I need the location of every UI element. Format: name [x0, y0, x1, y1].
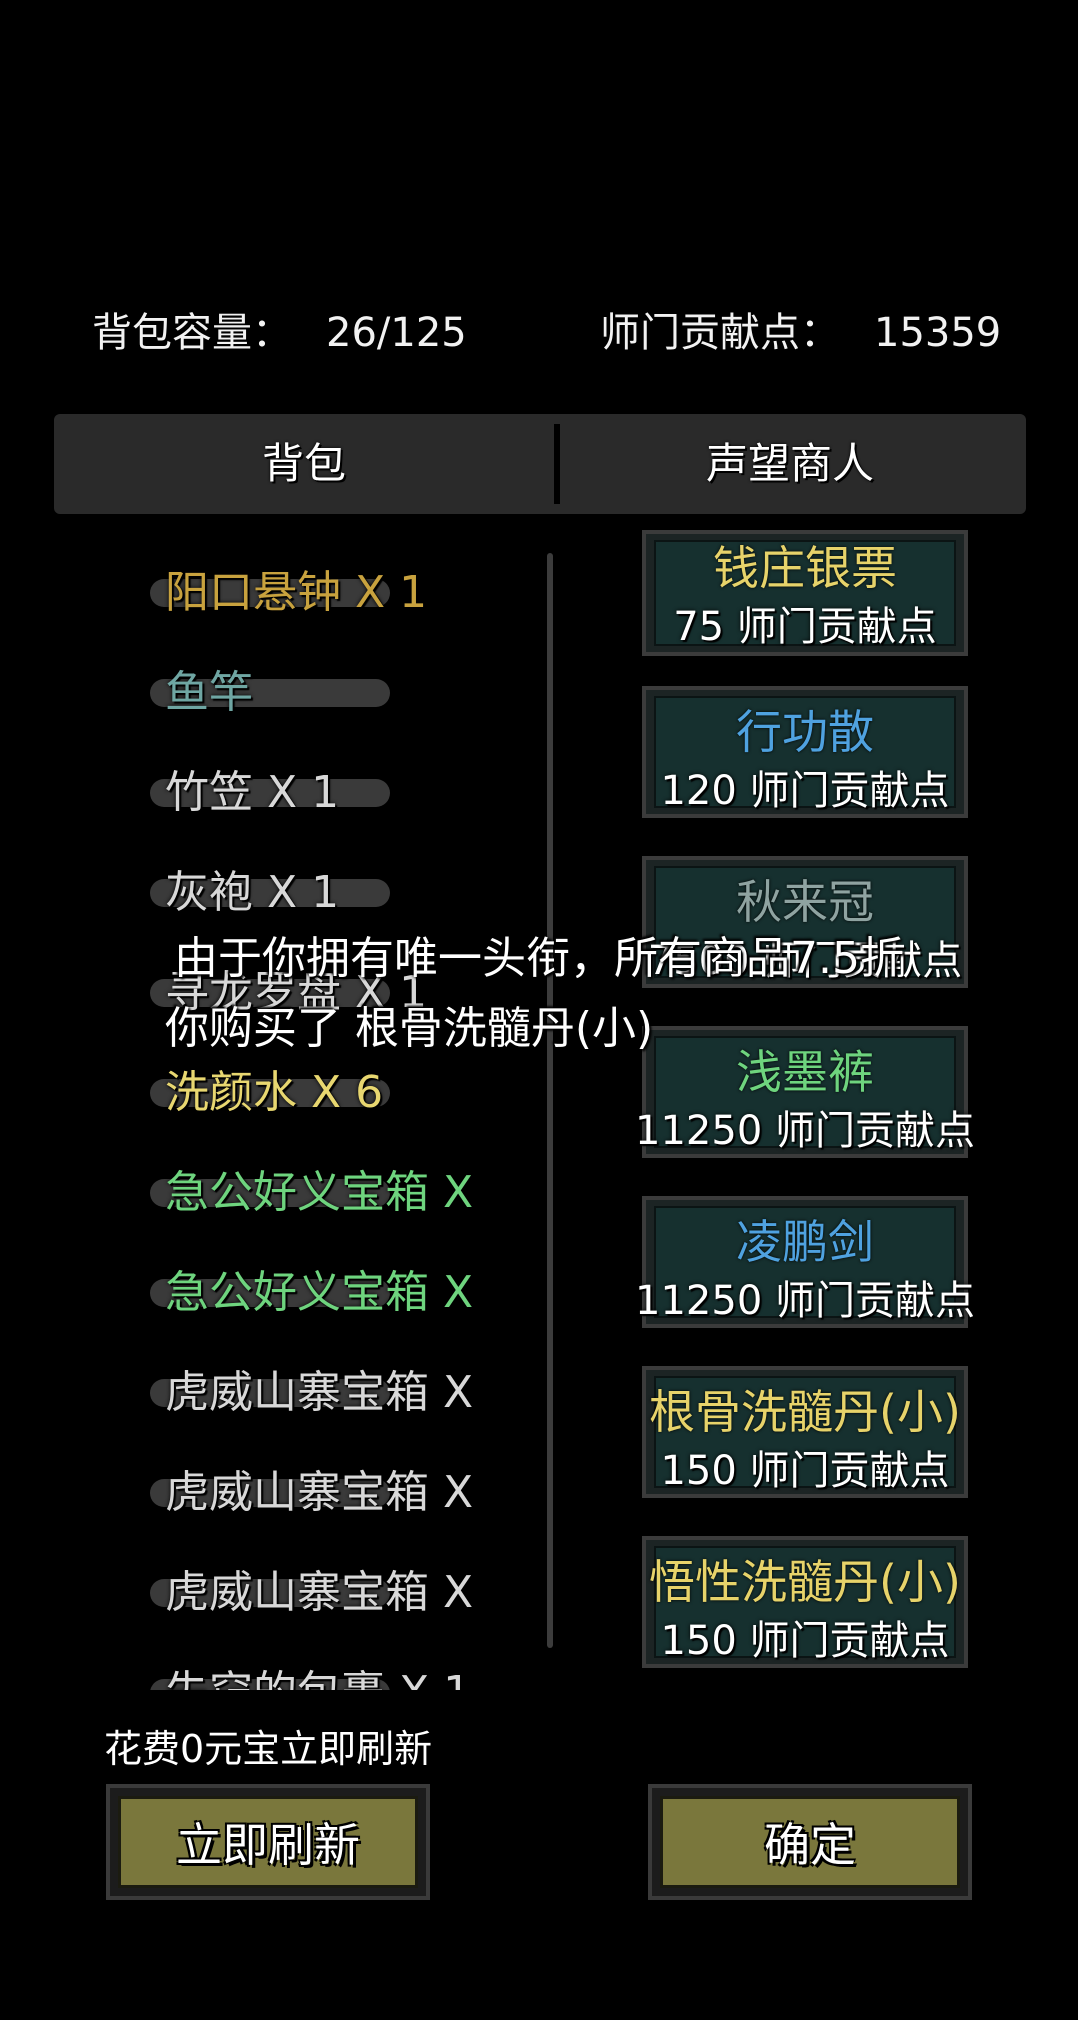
shop-item-name: 根骨洗髓丹(小) — [649, 1385, 961, 1439]
bag-item[interactable]: 洗颜水 X 6 — [165, 1053, 383, 1133]
bag-list[interactable]: 阳口悬钟 X 1 鱼竿 竹笠 X 1 灰袍 X 1 寻龙罗盘 X 1 洗颜水 X 6 急公好… — [150, 545, 540, 1690]
shop-item-name: 钱庄银票 — [713, 541, 897, 595]
shop-item-price: 150 师门贡献点 — [660, 1618, 950, 1664]
bag-scrollbar[interactable] — [547, 553, 553, 1648]
refresh-button[interactable]: 立即刷新 — [106, 1784, 430, 1900]
shop-item-price: 11250 师门贡献点 — [635, 1108, 975, 1154]
shop-item[interactable]: 行功散 120 师门贡献点 — [642, 686, 968, 818]
tab-bar: 背包 声望商人 — [54, 414, 1026, 514]
bag-item[interactable]: 失窃的包裹 X 1 — [165, 1653, 471, 1690]
tab-merchant[interactable]: 声望商人 — [554, 414, 1026, 514]
shop-item[interactable]: 悟性洗髓丹(小) 150 师门贡献点 — [642, 1536, 968, 1668]
shop-item-price: 75 师门贡献点 — [673, 604, 937, 650]
shop-item[interactable]: 根骨洗髓丹(小) 150 师门贡献点 — [642, 1366, 968, 1498]
bag-capacity-value: 26/125 — [326, 310, 467, 356]
discount-toast: 由于你拥有唯一头衔，所有商品7.5折 — [174, 933, 904, 984]
bag-item[interactable]: 灰袍 X 1 — [165, 853, 339, 933]
sect-contribution-value: 15359 — [874, 310, 1002, 356]
bag-item[interactable]: 虎威山寨宝箱 X — [165, 1353, 473, 1433]
shop-item-price: 11250 师门贡献点 — [635, 1278, 975, 1324]
shop-item[interactable]: 钱庄银票 75 师门贡献点 — [642, 530, 968, 656]
bag-item[interactable]: 鱼竿 — [165, 653, 253, 733]
refresh-cost-note: 花费0元宝立即刷新 — [104, 1727, 433, 1771]
bag-item[interactable]: 急公好义宝箱 X — [165, 1253, 473, 1333]
bag-item[interactable]: 虎威山寨宝箱 X — [165, 1553, 473, 1633]
purchase-toast: 你购买了 根骨洗髓丹(小) — [164, 1003, 654, 1054]
refresh-button-label: 立即刷新 — [176, 1818, 360, 1872]
confirm-button-label: 确定 — [764, 1818, 856, 1872]
shop-item-name: 行功散 — [736, 705, 874, 759]
shop-item-price: 150 师门贡献点 — [660, 1448, 950, 1494]
shop-item-name: 悟性洗髓丹(小) — [649, 1555, 961, 1609]
tab-bag[interactable]: 背包 — [54, 414, 554, 514]
shop-item-name: 凌鹏剑 — [736, 1215, 874, 1269]
confirm-button[interactable]: 确定 — [648, 1784, 972, 1900]
shop-item-price: 120 师门贡献点 — [660, 768, 950, 814]
bag-item[interactable]: 急公好义宝箱 X — [165, 1153, 473, 1233]
bag-item[interactable]: 竹笠 X 1 — [165, 753, 339, 833]
bag-capacity-label: 背包容量： — [92, 310, 292, 356]
sect-contribution-label: 师门贡献点： — [600, 310, 840, 356]
bag-item[interactable]: 虎威山寨宝箱 X — [165, 1453, 473, 1533]
bag-item[interactable]: 阳口悬钟 X 1 — [165, 553, 427, 633]
sect-contribution: 师门贡献点： 15359 — [600, 300, 1001, 358]
bag-capacity: 背包容量： 26/125 — [92, 300, 467, 358]
shop-item[interactable]: 凌鹏剑 11250 师门贡献点 — [635, 1196, 975, 1328]
